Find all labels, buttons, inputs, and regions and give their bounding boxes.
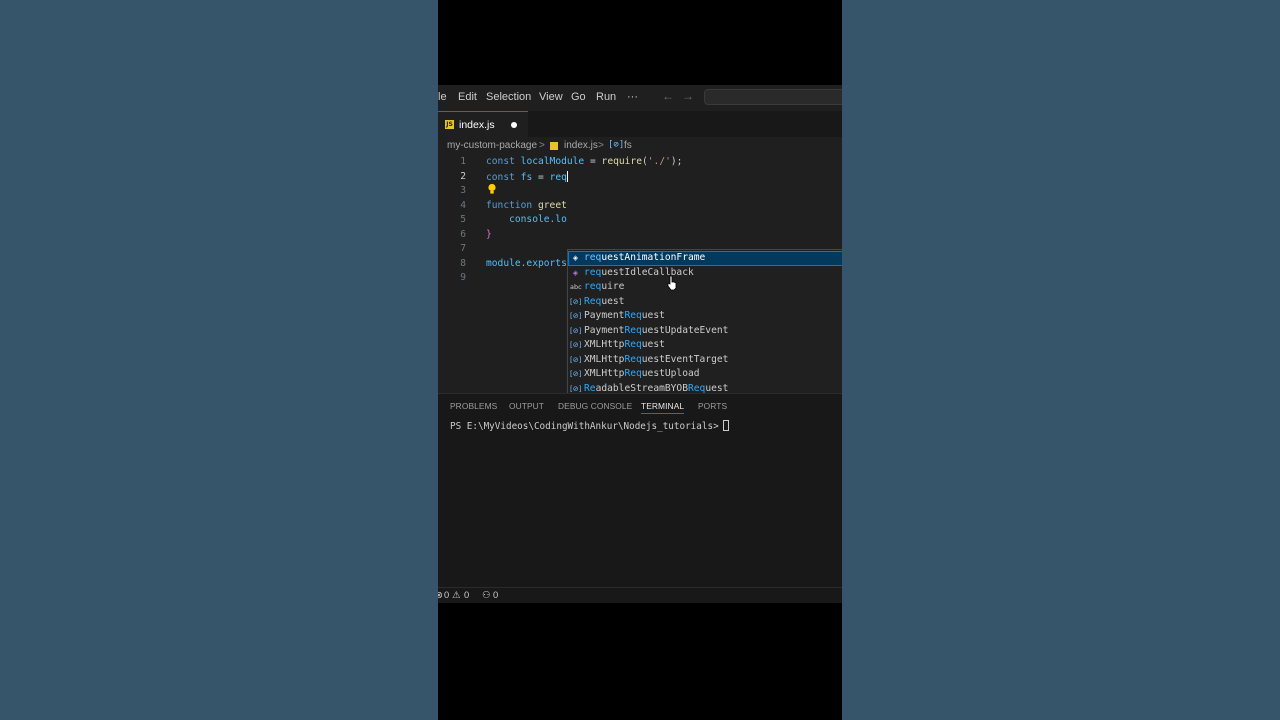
breadcrumb-folder[interactable]: my-custom-package [447,140,537,151]
variable-icon: [⊘] [570,370,582,378]
line-number: 1 [460,156,466,167]
ports-icon[interactable]: ⚇ [482,590,490,601]
bottom-panel: PROBLEMS OUTPUT DEBUG CONSOLE TERMINAL P… [438,393,842,587]
menu-run[interactable]: Run [596,91,616,103]
suggestion-item[interactable]: [⊘] XMLHttpRequestUpload [568,367,842,382]
js-file-icon [550,142,558,150]
cube-icon: ◈ [572,268,579,277]
breadcrumb-separator: > [598,140,604,151]
status-bar: ⊗ 0 ⚠ 0 ⚇ 0 [438,587,842,603]
js-file-icon: JS [445,120,454,129]
code-line: function greet [486,199,567,211]
mouse-pointer-icon [667,275,677,291]
line-number: 7 [460,243,466,254]
suggestion-label: PaymentRequest [584,310,665,321]
variable-icon: [⊘] [570,355,582,364]
error-count[interactable]: 0 [444,590,449,600]
line-number: 3 [460,185,466,196]
suggestion-label: ReadableStreamBYOBRequest [584,382,729,394]
variable-icon: [⊘] [570,341,582,349]
text-cursor [566,170,568,182]
code-line-active: const fs = req [486,170,568,183]
suggestion-item[interactable]: ◈ requestIdleCallback [568,266,842,281]
tab-label: index.js [459,119,495,131]
suggestion-item[interactable]: [⊘] PaymentRequest [568,309,842,324]
suggestion-item[interactable]: [⊘] XMLHttpRequest [568,338,842,353]
suggestion-item[interactable]: ◈ requestAnimationFrame [568,251,842,266]
suggestion-label: require [584,281,625,292]
menu-go[interactable]: Go [571,91,586,103]
menu-bar: le Edit Selection View Go Run ··· ← → [438,85,842,109]
code-line: const localModule = require('./'); [486,156,683,167]
line-number: 5 [460,214,466,225]
suggestion-label: requestAnimationFrame [584,252,706,263]
video-frame: le Edit Selection View Go Run ··· ← → JS… [438,0,842,720]
tab-terminal[interactable]: TERMINAL [641,401,685,414]
warning-count[interactable]: 0 [464,590,469,600]
code-editor[interactable]: 1 2 3 4 5 6 7 8 9 const localModule = re… [438,153,842,395]
suggestion-item[interactable]: [⊘] PaymentRequestUpdateEvent [568,324,842,339]
tab-problems[interactable]: PROBLEMS [450,401,497,411]
menu-file[interactable]: le [438,91,447,103]
terminal-prompt: PS E:\MyVideos\CodingWithAnkur\Nodejs_tu… [450,421,719,432]
error-icon[interactable]: ⊗ [438,590,443,601]
menu-more[interactable]: ··· [627,91,638,103]
breadcrumb-separator: > [539,140,545,151]
code-line: console.lo [486,214,567,225]
tab-output[interactable]: OUTPUT [509,401,544,411]
forward-arrow-icon[interactable]: → [682,89,694,103]
menu-selection[interactable]: Selection [486,91,531,103]
suggestion-label: Request [584,295,625,307]
vscode-window: le Edit Selection View Go Run ··· ← → JS… [438,85,842,603]
suggestion-label: XMLHttpRequest [584,339,665,350]
breadcrumb-file[interactable]: index.js [564,140,598,151]
tab-ports[interactable]: PORTS [698,401,727,411]
variable-icon: [⊘] [570,297,582,306]
suggestion-item[interactable]: abc require [568,280,842,295]
line-number: 8 [460,257,466,269]
cube-icon: ◈ [572,254,579,262]
variable-icon: [⊘] [570,312,582,320]
tab-debug-console[interactable]: DEBUG CONSOLE [558,401,632,411]
code-line: module.exports [486,257,567,269]
terminal-output[interactable]: PS E:\MyVideos\CodingWithAnkur\Nodejs_tu… [450,420,729,432]
code-line: } [486,228,492,240]
suggestion-label: XMLHttpRequestEventTarget [584,353,729,365]
suggestion-item[interactable]: [⊘] Request [568,295,842,310]
menu-edit[interactable]: Edit [458,91,477,103]
back-arrow-icon[interactable]: ← [662,89,674,103]
tab-index-js[interactable]: JS index.js [438,111,528,137]
ports-count[interactable]: 0 [493,590,498,600]
line-number: 2 [460,170,466,182]
variable-icon: [⊘] [570,384,582,393]
suggestion-label: PaymentRequestUpdateEvent [584,324,729,336]
command-center-search[interactable] [704,89,842,105]
suggestion-label: XMLHttpRequestUpload [584,368,700,379]
symbol-variable-icon: [⊘] [608,140,625,150]
unsaved-dot-icon[interactable] [511,122,517,128]
menu-view[interactable]: View [539,91,563,103]
terminal-cursor [722,420,729,431]
breadcrumb-symbol[interactable]: fs [624,140,632,151]
autocomplete-suggestions: ◈ requestAnimationFrame ◈ requestIdleCallba… [567,249,842,395]
tab-bar: JS index.js [438,111,842,137]
suggestion-item[interactable]: [⊘] XMLHttpRequestEventTarget [568,353,842,368]
warning-icon[interactable]: ⚠ [452,590,460,601]
line-number: 9 [460,272,466,283]
line-number: 6 [460,228,466,240]
text-icon: abc [570,283,582,291]
lightbulb-icon[interactable] [487,183,497,195]
line-number: 4 [460,199,466,211]
variable-icon: [⊘] [570,326,582,335]
